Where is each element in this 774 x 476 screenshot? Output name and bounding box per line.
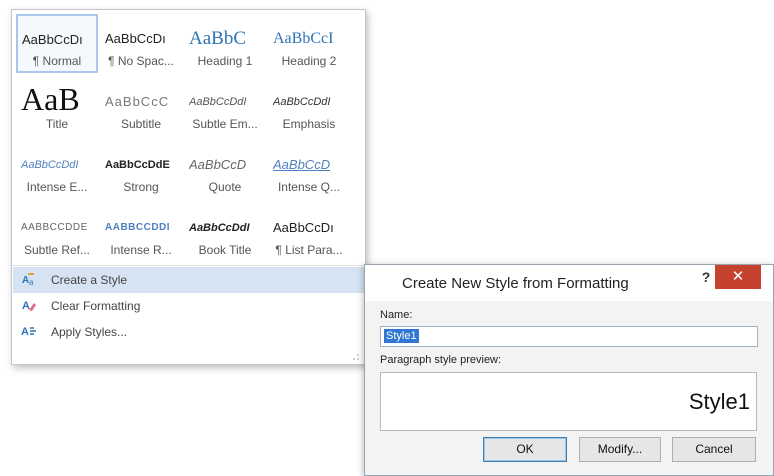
- create-style-label: Create a Style: [51, 273, 128, 287]
- svg-text:a: a: [29, 278, 34, 287]
- style-sample: AABBCCDDE: [21, 222, 88, 233]
- svg-text:A: A: [22, 300, 30, 312]
- style-label: Title: [45, 117, 69, 131]
- style-sample: AaBbCcD: [273, 157, 331, 172]
- preview-text: Style1: [688, 389, 750, 414]
- style-sample: AaBbCcI: [273, 30, 334, 47]
- dialog-title: Create New Style from Formatting: [402, 275, 629, 292]
- clear-formatting-command[interactable]: A Clear Formatting: [13, 293, 364, 319]
- style-label: Intense Q...: [277, 180, 341, 194]
- style-label: ¶ No Spac...: [108, 54, 174, 68]
- apply-styles-command[interactable]: A Apply Styles...: [13, 319, 364, 345]
- style-heading-1[interactable]: AaBbC Heading 1: [184, 14, 266, 73]
- style-sample: AaBbCcD: [189, 157, 247, 172]
- style-label: Emphasis: [282, 117, 336, 131]
- styles-gallery: AaBbCcDı ¶ Normal AaBbCcDı ¶ No Spac... …: [11, 9, 366, 365]
- style-label: ¶ Normal: [32, 54, 82, 68]
- style-label: Heading 2: [281, 54, 337, 68]
- style-heading-2[interactable]: AaBbCcI Heading 2: [268, 14, 350, 73]
- style-sample: AaBbCcDı: [22, 32, 83, 47]
- apply-styles-label: Apply Styles...: [51, 325, 128, 339]
- style-normal[interactable]: AaBbCcDı ¶ Normal: [16, 14, 98, 73]
- style-quote[interactable]: AaBbCcD Quote: [184, 140, 266, 199]
- style-sample: AaBbCcDdI: [189, 96, 247, 108]
- style-label: ¶ List Para...: [275, 243, 343, 257]
- style-sample: AaBbCcDdI: [273, 96, 331, 108]
- create-style-dialog: Create New Style from Formatting ? ✕ Nam…: [364, 264, 774, 476]
- style-sample: AaBbCcDı: [105, 31, 166, 46]
- create-style-command[interactable]: A a Create a Style: [13, 267, 364, 293]
- gallery-divider: [12, 265, 365, 266]
- style-intense-emphasis[interactable]: AaBbCcDdI Intense E...: [16, 140, 98, 199]
- style-no-spacing[interactable]: AaBbCcDı ¶ No Spac...: [100, 14, 182, 73]
- paragraph-preview: Style1: [380, 372, 757, 431]
- preview-label: Paragraph style preview:: [380, 354, 502, 366]
- style-sample: AaBbCcDdI: [21, 159, 79, 171]
- style-title[interactable]: AaB Title: [16, 77, 98, 136]
- svg-text:A: A: [21, 326, 29, 338]
- style-label: Subtitle: [120, 117, 162, 131]
- style-intense-quote[interactable]: AaBbCcD Intense Q...: [268, 140, 350, 199]
- style-label: Strong: [123, 180, 159, 194]
- dialog-title-bar[interactable]: Create New Style from Formatting ? ✕: [365, 265, 773, 301]
- ok-button[interactable]: OK: [483, 437, 567, 462]
- style-label: Book Title: [198, 243, 252, 257]
- resize-grip-icon[interactable]: [353, 354, 359, 360]
- close-button[interactable]: ✕: [715, 265, 761, 289]
- style-book-title[interactable]: AaBbCcDdI Book Title: [184, 203, 266, 262]
- apply-styles-icon: A: [21, 326, 36, 338]
- style-sample: AaBbCcDdE: [105, 159, 170, 171]
- style-label: Quote: [208, 180, 242, 194]
- style-label: Heading 1: [197, 54, 253, 68]
- style-label: Intense E...: [26, 180, 88, 194]
- style-sample: AABBCCDDI: [105, 222, 171, 233]
- name-value: Style1: [384, 329, 419, 343]
- style-sample: AaB: [21, 82, 80, 116]
- style-label: Subtle Em...: [192, 117, 258, 131]
- style-emphasis[interactable]: AaBbCcDdI Emphasis: [268, 77, 350, 136]
- help-button[interactable]: ?: [696, 269, 716, 291]
- cancel-button[interactable]: Cancel: [672, 437, 756, 462]
- style-sample: AaBbCcDı: [273, 220, 334, 235]
- style-subtitle[interactable]: AaBbCcC Subtitle: [100, 77, 182, 136]
- style-subtle-emphasis[interactable]: AaBbCcDdI Subtle Em...: [184, 77, 266, 136]
- style-label: Intense R...: [110, 243, 172, 257]
- style-sample: AaBbCcC: [105, 94, 170, 109]
- name-label: Name:: [380, 309, 413, 321]
- style-strong[interactable]: AaBbCcDdE Strong: [100, 140, 182, 199]
- style-sample: AaBbC: [189, 28, 246, 49]
- clear-formatting-label: Clear Formatting: [51, 299, 141, 313]
- style-sample: AaBbCcDdI: [189, 222, 250, 234]
- name-field[interactable]: Style1: [380, 326, 758, 347]
- style-list-paragraph[interactable]: AaBbCcDı ¶ List Para...: [268, 203, 350, 262]
- style-intense-reference[interactable]: AABBCCDDI Intense R...: [100, 203, 182, 262]
- clear-formatting-icon: A: [22, 300, 36, 312]
- style-label: Subtle Ref...: [23, 243, 91, 257]
- modify-button[interactable]: Modify...: [579, 437, 661, 462]
- style-subtle-reference[interactable]: AABBCCDDE Subtle Ref...: [16, 203, 98, 262]
- create-style-icon: A a: [22, 273, 34, 287]
